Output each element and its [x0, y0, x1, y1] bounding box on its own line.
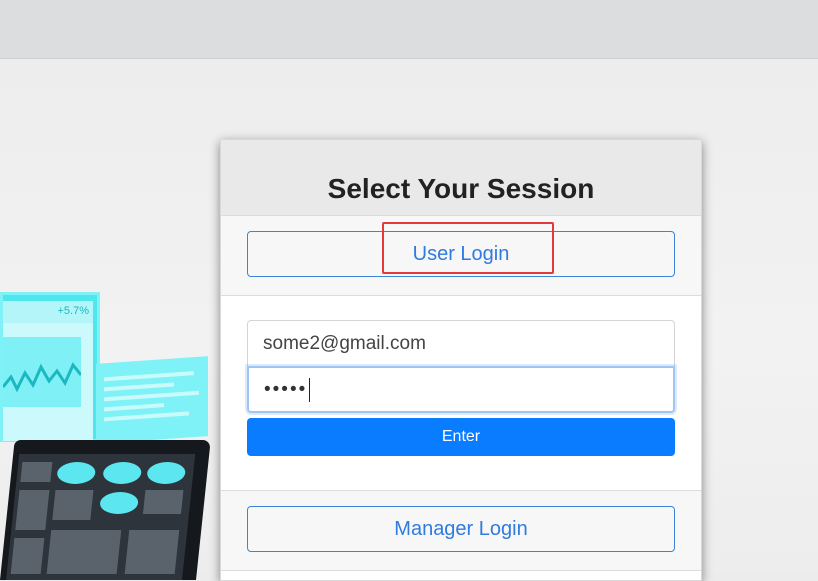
password-mask: •••••	[264, 378, 308, 400]
enter-button[interactable]: Enter	[247, 418, 675, 456]
session-card: Select Your Session User Login some2@gma…	[220, 139, 702, 581]
highlight-box	[382, 222, 554, 274]
manager-login-section: Manager Login	[221, 491, 701, 571]
laptop-graphic	[0, 440, 211, 580]
email-field[interactable]: some2@gmail.com	[247, 320, 675, 367]
area-chart-graphic	[1, 337, 83, 407]
card-header: Select Your Session	[221, 140, 701, 216]
text-cursor	[309, 377, 311, 402]
chart-panel-graphic: +5.7%	[0, 292, 100, 442]
password-field[interactable]: •••••	[247, 366, 675, 413]
report-panel-graphic	[96, 356, 208, 444]
browser-top-bar	[0, 0, 818, 59]
dashboard-illustration: +5.7%	[0, 280, 215, 580]
login-form: some2@gmail.com ••••• Enter	[221, 296, 701, 491]
page-title: Select Your Session	[327, 173, 595, 204]
percent-label: +5.7%	[57, 305, 90, 317]
manager-login-button[interactable]: Manager Login	[247, 506, 675, 552]
